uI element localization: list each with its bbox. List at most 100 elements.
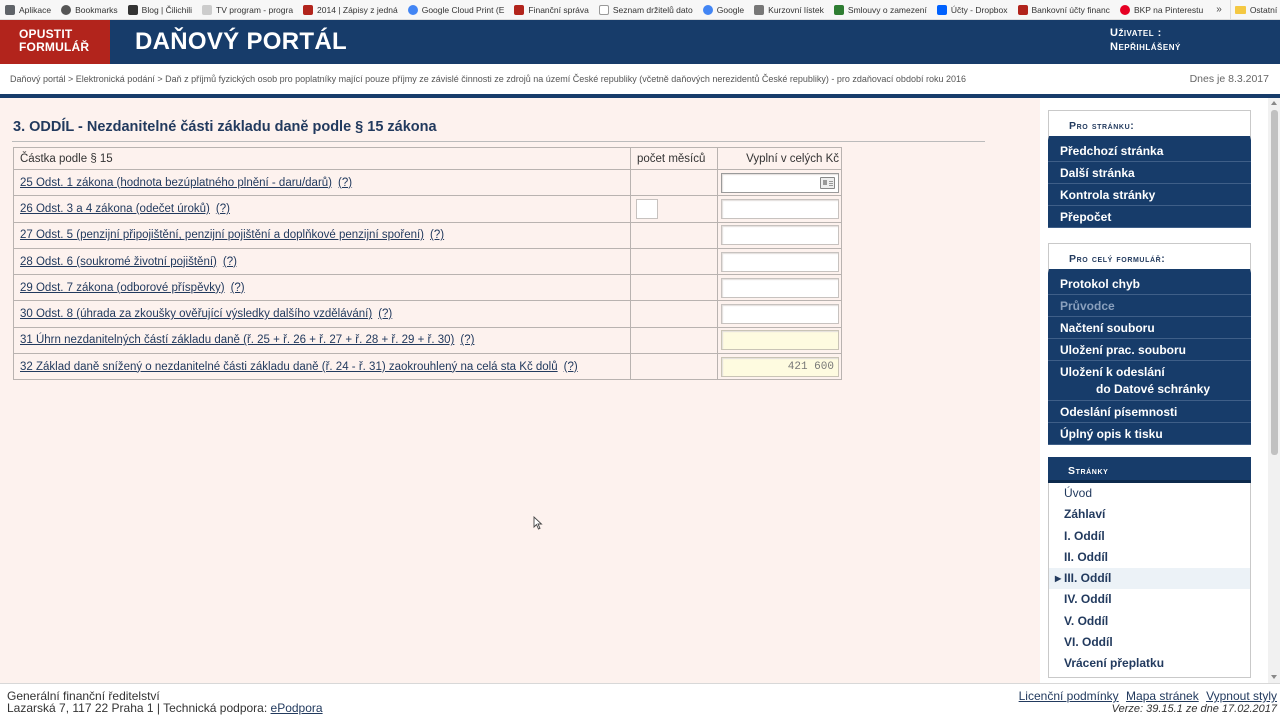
scroll-thumb[interactable] [1271, 110, 1278, 455]
current-page-marker-icon: ▶ [1055, 574, 1062, 584]
bookmark-item[interactable]: Kurzovní lístek [749, 0, 829, 19]
help-link[interactable]: (?) [231, 282, 245, 294]
table-row: 28 Odst. 6 (soukromé životní pojištění) (… [13, 247, 842, 276]
bookmark-item[interactable]: Bankovní účty financ [1013, 0, 1115, 19]
bookmark-item[interactable]: BKP na Pinterestu [1115, 0, 1208, 19]
table-row: 26 Odst. 3 a 4 zákona (odečet úroků) (?) [13, 195, 842, 223]
page-link-oddil-2[interactable]: II. Oddíl [1049, 547, 1250, 568]
row-label-link[interactable]: 26 Odst. 3 a 4 zákona (odečet úroků) [20, 203, 210, 215]
help-link[interactable]: (?) [223, 256, 237, 268]
today-date: Dnes je 8.3.2017 [1189, 73, 1269, 85]
full-print-copy-button[interactable]: Úplný opis k tisku [1048, 423, 1251, 445]
bookmark-item[interactable]: 2014 | Zápisy z jedná [298, 0, 403, 19]
autofill-card-icon[interactable] [820, 176, 835, 189]
section-title: 3. ODDÍL - Nezdanitelné části základu da… [13, 119, 437, 135]
help-link[interactable]: (?) [378, 308, 392, 320]
page-link-zahlavi[interactable]: Záhlaví [1049, 504, 1250, 525]
row-26-input[interactable] [721, 198, 839, 219]
table-row: 30 Odst. 8 (úhrada za zkoušky ověřující … [13, 300, 842, 328]
page-actions-panel: Pro stránku: Předchozí stránka Další str… [1048, 110, 1251, 228]
check-page-button[interactable]: Kontrola stránky [1048, 184, 1251, 206]
row-29-input[interactable] [721, 277, 839, 298]
row-27-input[interactable] [721, 225, 839, 246]
pinterest-icon [1119, 4, 1130, 15]
exchange-favicon-icon [754, 4, 765, 15]
dropbox-icon [936, 4, 947, 15]
pages-title: Stránky [1048, 457, 1251, 483]
error-log-button[interactable]: Protokol chyb [1048, 273, 1251, 295]
bookmark-item[interactable]: Google [698, 0, 749, 19]
pages-list: Úvod Záhlaví I. Oddíl II. Oddíl ▶ III. Od… [1048, 483, 1251, 678]
next-page-button[interactable]: Další stránka [1048, 162, 1251, 184]
page-link-oddil-1[interactable]: I. Oddíl [1049, 526, 1250, 547]
other-bookmarks[interactable]: Ostatní záložky [1229, 0, 1280, 19]
scroll-up-icon[interactable] [1271, 101, 1277, 105]
blog-favicon-icon [127, 4, 138, 15]
main-content: 3. ODDÍL - Nezdanitelné části základu da… [0, 98, 1040, 683]
breadcrumb[interactable]: Daňový portál > Elektronická podání > Da… [10, 74, 966, 84]
row-28-input[interactable] [721, 251, 839, 272]
page-link-oddil-4[interactable]: IV. Oddíl [1049, 589, 1250, 610]
page-link-oddil-6[interactable]: VI. Oddíl [1049, 632, 1250, 653]
row-label-link[interactable]: 31 Úhrn nezdanitelných částí základu dan… [20, 334, 454, 346]
license-terms-link[interactable]: Licenční podmínky [1019, 689, 1119, 703]
table-header-row: Částka podle § 15 počet měsíců Vyplní v … [13, 147, 842, 170]
row-label-link[interactable]: 27 Odst. 5 (penzijní připojištění, penzi… [20, 229, 424, 241]
row-label-link[interactable]: 25 Odst. 1 zákona (hodnota bezúplatného … [20, 177, 332, 189]
mouse-cursor-icon [533, 516, 543, 530]
recalculate-button[interactable]: Přepočet [1048, 206, 1251, 228]
row-label-link[interactable]: 32 Základ daně snížený o nezdanitelné čá… [20, 361, 558, 373]
bookmarks-more-button[interactable]: » [1208, 4, 1230, 15]
bookmark-item[interactable]: Seznam držitelů dato [594, 0, 698, 19]
exit-form-button[interactable]: OPUSTIT FORMULÁŘ [0, 20, 110, 64]
tv-favicon-icon [202, 4, 213, 15]
column-header-months: počet měsíců [630, 147, 718, 170]
form-actions-title: Pro celý formulář: [1048, 243, 1251, 273]
table-row: 32 Základ daně snížený o nezdanitelné čá… [13, 353, 842, 381]
user-value: Nepřihlášený [1110, 41, 1181, 53]
epodpora-link[interactable]: ePodpora [271, 701, 323, 715]
help-link[interactable]: (?) [338, 177, 352, 189]
google-favicon-icon [407, 4, 418, 15]
star-icon [61, 4, 72, 15]
page-link-uvod[interactable]: Úvod [1049, 483, 1250, 504]
help-link[interactable]: (?) [460, 334, 474, 346]
disable-styles-link[interactable]: Vypnout styly [1206, 689, 1277, 703]
previous-page-button[interactable]: Předchozí stránka [1048, 140, 1251, 162]
bookmark-item[interactable]: Smlouvy o zamezení [829, 0, 932, 19]
row-30-input[interactable] [721, 304, 839, 325]
breadcrumb-bar: Daňový portál > Elektronická podání > Da… [0, 64, 1280, 94]
page-scrollbar[interactable] [1268, 98, 1280, 683]
form-actions-panel: Pro celý formulář: Protokol chyb Průvodc… [1048, 243, 1251, 445]
page-link-oddil-3[interactable]: ▶ III. Oddíl [1049, 568, 1250, 590]
send-document-button[interactable]: Odeslání písemnosti [1048, 401, 1251, 423]
row-label-link[interactable]: 28 Odst. 6 (soukromé životní pojištění) [20, 256, 217, 268]
bookmark-item[interactable]: Finanční správa [509, 0, 593, 19]
site-footer: Generální finanční ředitelství Lazarská … [0, 683, 1280, 720]
help-link[interactable]: (?) [430, 229, 444, 241]
bookmark-item[interactable]: Účty - Dropbox [932, 0, 1013, 19]
bookmark-item[interactable]: TV program - progra [197, 0, 298, 19]
scroll-down-icon[interactable] [1271, 675, 1277, 679]
deductions-table: Částka podle § 15 počet měsíců Vyplní v … [13, 147, 842, 381]
load-file-button[interactable]: Načtení souboru [1048, 317, 1251, 339]
save-work-file-button[interactable]: Uložení prac. souboru [1048, 339, 1251, 361]
row-label-link[interactable]: 29 Odst. 7 zákona (odborové příspěvky) [20, 282, 225, 294]
row-label-link[interactable]: 30 Odst. 8 (úhrada za zkoušky ověřující … [20, 308, 372, 320]
bookmark-item[interactable]: Google Cloud Print (E [403, 0, 510, 19]
help-link[interactable]: (?) [564, 361, 578, 373]
footer-address: Lazarská 7, 117 22 Praha 1 | Technická p… [7, 701, 323, 715]
save-for-data-box-button[interactable]: Uložení k odeslání do Datové schránky [1048, 361, 1251, 401]
help-link[interactable]: (?) [216, 203, 230, 215]
bookmark-bookmarks[interactable]: Bookmarks [56, 0, 123, 19]
user-status: Uživatel : Nepřihlášený [1110, 26, 1181, 54]
bookmark-item[interactable]: Blog | Čilichili [123, 0, 197, 19]
page-link-refund[interactable]: Vrácení přeplatku [1049, 653, 1250, 674]
wizard-button: Průvodce [1048, 295, 1251, 317]
bookmark-apps[interactable]: Aplikace [0, 0, 56, 19]
row-25-input[interactable] [721, 172, 839, 193]
user-label: Uživatel : [1110, 27, 1162, 39]
months-count-input[interactable] [636, 198, 658, 219]
sitemap-link[interactable]: Mapa stránek [1126, 689, 1199, 703]
page-link-oddil-5[interactable]: V. Oddíl [1049, 611, 1250, 632]
